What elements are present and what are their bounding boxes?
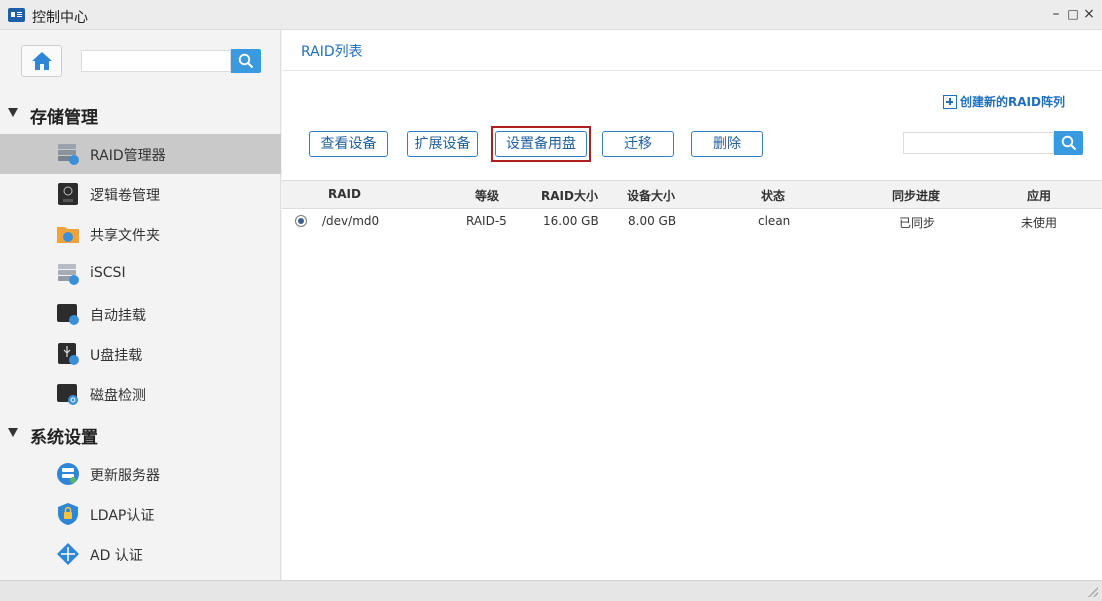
- divider: [282, 70, 1102, 71]
- cell-raid: /dev/md0: [322, 214, 380, 228]
- iscsi-icon: [58, 264, 79, 285]
- sidebar-search-input[interactable]: [81, 50, 231, 72]
- row-select-radio[interactable]: [295, 215, 307, 227]
- shared-folder-icon: [57, 227, 79, 243]
- window-title: 控制中心: [32, 10, 88, 26]
- collapse-arrow-icon: [8, 108, 18, 117]
- sidebar-item-raid-manager[interactable]: RAID管理器: [0, 134, 281, 174]
- delete-button[interactable]: 删除: [691, 131, 763, 157]
- plus-icon: [943, 95, 957, 109]
- maximize-button[interactable]: □: [1066, 6, 1080, 22]
- group-system-settings[interactable]: 系统设置: [0, 414, 281, 454]
- close-button[interactable]: ×: [1082, 6, 1096, 22]
- group-label: 存储管理: [30, 108, 98, 128]
- column-header[interactable]: 设备大小: [627, 187, 675, 204]
- create-raid-link[interactable]: 创建新的RAID阵列: [943, 93, 1065, 110]
- minimize-button[interactable]: –: [1049, 6, 1063, 22]
- sidebar-item-ldap[interactable]: LDAP认证: [0, 494, 281, 534]
- column-header[interactable]: 等级: [475, 187, 499, 204]
- lvm-icon: [58, 183, 78, 205]
- sidebar-item-iscsi[interactable]: iSCSI: [0, 254, 281, 294]
- table-row[interactable]: /dev/md0 RAID-5 16.00 GB 8.00 GB clean 已…: [282, 209, 1102, 235]
- cell-level: RAID-5: [466, 214, 507, 228]
- sidebar-item-label: 更新服务器: [90, 468, 160, 484]
- auto-mount-icon: [57, 304, 79, 325]
- search-icon: [238, 53, 254, 69]
- sidebar-item-label: iSCSI: [90, 265, 126, 281]
- raid-icon: [58, 144, 79, 165]
- sidebar-item-auto-mount[interactable]: 自动挂载: [0, 294, 281, 334]
- title-bar: 控制中心 – □ ×: [0, 0, 1102, 30]
- sidebar-item-lvm[interactable]: 逻辑卷管理: [0, 174, 281, 214]
- sidebar-item-update-server[interactable]: 更新服务器: [0, 454, 281, 494]
- group-storage-management[interactable]: 存储管理: [0, 94, 281, 134]
- home-icon: [32, 52, 52, 70]
- control-center-icon: [8, 8, 25, 22]
- raid-search-button[interactable]: [1054, 131, 1083, 155]
- column-header[interactable]: 状态: [761, 187, 785, 204]
- home-button[interactable]: [21, 45, 62, 77]
- migrate-button[interactable]: 迁移: [602, 131, 674, 157]
- expand-device-button[interactable]: 扩展设备: [407, 131, 478, 157]
- sidebar-search-button[interactable]: [231, 49, 261, 73]
- main-panel: RAID列表 创建新的RAID阵列 查看设备 扩展设备 设置备用盘 迁移 删除 …: [282, 30, 1102, 580]
- disk-check-icon: [57, 384, 78, 405]
- sidebar-item-label: 共享文件夹: [90, 228, 160, 244]
- cell-usage: 未使用: [1021, 216, 1058, 230]
- sidebar-item-ad[interactable]: AD 认证: [0, 534, 281, 574]
- breadcrumb[interactable]: RAID列表: [301, 41, 363, 61]
- cell-raid-size: 16.00 GB: [543, 214, 599, 228]
- sidebar-item-label: 自动挂载: [90, 308, 146, 324]
- cell-device-size: 8.00 GB: [628, 214, 677, 228]
- cell-status: clean: [758, 214, 791, 228]
- sidebar-item-label: 逻辑卷管理: [90, 188, 160, 204]
- sidebar-item-label: LDAP认证: [90, 508, 155, 524]
- sidebar-item-disk-check[interactable]: 磁盘检测: [0, 374, 281, 414]
- status-bar: [0, 580, 1102, 601]
- sidebar-item-label: AD 认证: [90, 548, 143, 564]
- collapse-arrow-icon: [8, 428, 18, 437]
- usb-mount-icon: [58, 343, 79, 365]
- sidebar-item-usb-mount[interactable]: U盘挂载: [0, 334, 281, 374]
- raid-search-input[interactable]: [903, 132, 1054, 154]
- sidebar-item-label: RAID管理器: [90, 148, 166, 164]
- sidebar: 存储管理 RAID管理器 逻辑卷管理 共享文件夹 iSCSI 自动挂载 U盘挂载…: [0, 30, 281, 580]
- update-server-icon: [57, 463, 79, 485]
- column-header[interactable]: 应用: [1027, 187, 1051, 204]
- sidebar-item-label: 磁盘检测: [90, 388, 146, 404]
- table-header: RAID 等级 RAID大小 设备大小 状态 同步进度 应用: [282, 180, 1102, 209]
- column-header[interactable]: RAID: [328, 187, 361, 201]
- search-icon: [1061, 135, 1077, 151]
- ad-icon: [57, 543, 79, 565]
- column-header[interactable]: RAID大小: [541, 187, 598, 204]
- resize-grip-icon[interactable]: [1088, 587, 1098, 597]
- view-device-button[interactable]: 查看设备: [309, 131, 388, 157]
- group-label: 系统设置: [30, 428, 98, 448]
- set-spare-disk-button[interactable]: 设置备用盘: [495, 131, 587, 157]
- sidebar-item-label: U盘挂载: [90, 348, 143, 364]
- sidebar-item-shared-folder[interactable]: 共享文件夹: [0, 214, 281, 254]
- column-header[interactable]: 同步进度: [892, 187, 940, 204]
- ldap-icon: [58, 503, 78, 525]
- create-raid-label: 创建新的RAID阵列: [960, 95, 1065, 109]
- cell-sync-progress: 已同步: [899, 216, 936, 230]
